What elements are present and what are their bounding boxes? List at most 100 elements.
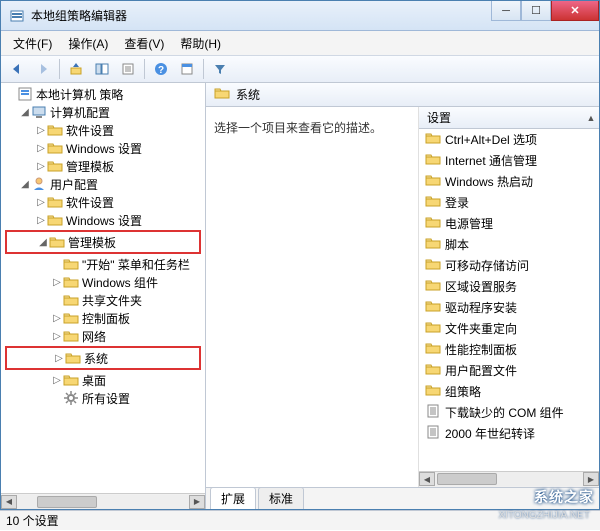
tree-item-network[interactable]: ▷ 网络 <box>1 327 205 345</box>
folder-icon <box>425 130 441 149</box>
list-item[interactable]: 可移动存储访问 <box>419 255 599 276</box>
svg-text:?: ? <box>158 65 164 76</box>
folder-icon <box>425 256 441 275</box>
tree-user-software[interactable]: ▷ 软件设置 <box>1 193 205 211</box>
list-item-label: 2000 年世纪转译 <box>445 425 535 442</box>
scroll-thumb[interactable] <box>37 496 97 508</box>
list-item[interactable]: Ctrl+Alt+Del 选项 <box>419 129 599 150</box>
tree-item-winparts[interactable]: ▷Windows 组件 <box>1 273 205 291</box>
expand-icon[interactable]: ▷ <box>35 197 47 208</box>
expand-icon[interactable]: ▷ <box>51 331 63 342</box>
details-header: 系统 <box>206 83 599 107</box>
list-item[interactable]: 驱动程序安装 <box>419 297 599 318</box>
back-button[interactable] <box>5 58 29 80</box>
list-item[interactable]: Windows 热启动 <box>419 171 599 192</box>
list-item[interactable]: 组策略 <box>419 381 599 402</box>
up-button[interactable] <box>64 58 88 80</box>
menu-help[interactable]: 帮助(H) <box>174 33 227 54</box>
expand-icon[interactable]: ▷ <box>35 125 47 136</box>
tree-label: 所有设置 <box>82 390 130 407</box>
scroll-track[interactable] <box>17 495 189 509</box>
expand-icon[interactable]: ▷ <box>51 277 63 288</box>
list-hscrollbar[interactable]: ◀ ▶ <box>419 471 599 487</box>
tree-item-system[interactable]: ▷ 系统 <box>7 349 199 367</box>
collapse-icon[interactable]: ◢ <box>19 107 31 118</box>
expand-icon[interactable]: ▷ <box>35 215 47 226</box>
column-header-settings[interactable]: 设置 ▲ <box>419 107 599 129</box>
scroll-left-button[interactable]: ◀ <box>1 495 17 509</box>
collapse-icon[interactable]: ◢ <box>37 237 49 248</box>
filter-button[interactable] <box>208 58 232 80</box>
tree-item-control-panel[interactable]: ▷ 控制面板 <box>1 309 205 327</box>
tree-label: 控制面板 <box>82 310 130 327</box>
folder-icon <box>425 361 441 380</box>
tree-label: 本地计算机 策略 <box>36 86 123 103</box>
tree-item-share[interactable]: 共享文件夹 <box>1 291 205 309</box>
scroll-thumb[interactable] <box>437 473 497 485</box>
expand-icon[interactable]: ▷ <box>53 353 65 364</box>
settings-list[interactable]: Ctrl+Alt+Del 选项Internet 通信管理Windows 热启动登… <box>419 129 599 471</box>
tree-user-admin-templates[interactable]: ◢ 管理模板 <box>7 233 199 251</box>
list-item-label: 驱动程序安装 <box>445 299 517 316</box>
list-item[interactable]: 用户配置文件 <box>419 360 599 381</box>
tree-item-admin-templates[interactable]: ▷ 管理模板 <box>1 157 205 175</box>
menu-action[interactable]: 操作(A) <box>62 33 114 54</box>
expand-icon[interactable]: ▷ <box>51 313 63 324</box>
computer-icon <box>31 104 47 120</box>
list-item[interactable]: 文件夹重定向 <box>419 318 599 339</box>
tree-computer-config[interactable]: ◢ 计算机配置 <box>1 103 205 121</box>
list-item[interactable]: 登录 <box>419 192 599 213</box>
tree-item-software[interactable]: ▷ 软件设置 <box>1 121 205 139</box>
show-hide-tree-button[interactable] <box>90 58 114 80</box>
expand-icon[interactable]: ▷ <box>35 143 47 154</box>
tree-item-desktop[interactable]: ▷ 桌面 <box>1 371 205 389</box>
menu-file[interactable]: 文件(F) <box>7 33 58 54</box>
expand-icon[interactable]: ▷ <box>35 161 47 172</box>
tree-label: 软件设置 <box>66 122 114 139</box>
list-item[interactable]: 性能控制面板 <box>419 339 599 360</box>
tree-user-windows-settings[interactable]: ▷Windows 设置 <box>1 211 205 229</box>
minimize-button[interactable]: ─ <box>491 1 521 21</box>
tree-item-windows-settings[interactable]: ▷Windows 设置 <box>1 139 205 157</box>
export-list-button[interactable] <box>116 58 140 80</box>
list-item[interactable]: Internet 通信管理 <box>419 150 599 171</box>
tree-body[interactable]: 本地计算机 策略 ◢ 计算机配置 ▷ 软件设置 ▷Windows 设置 ▷ 管理模板… <box>1 83 205 493</box>
list-item[interactable]: 电源管理 <box>419 213 599 234</box>
maximize-button[interactable]: ☐ <box>521 1 551 21</box>
menu-view[interactable]: 查看(V) <box>118 33 170 54</box>
tree-root[interactable]: 本地计算机 策略 <box>1 85 205 103</box>
collapse-icon[interactable]: ◢ <box>19 179 31 190</box>
scroll-right-button[interactable]: ▶ <box>583 472 599 486</box>
list-item-label: 登录 <box>445 194 469 211</box>
expand-icon[interactable]: ▷ <box>51 375 63 386</box>
tree-hscrollbar[interactable]: ◀ ▶ <box>1 493 205 509</box>
highlight-admin-templates: ◢ 管理模板 <box>5 230 201 254</box>
tab-extended[interactable]: 扩展 <box>210 487 256 509</box>
scroll-right-button[interactable]: ▶ <box>189 495 205 509</box>
forward-button[interactable] <box>31 58 55 80</box>
list-item-label: 组策略 <box>445 383 481 400</box>
help-button[interactable]: ? <box>149 58 173 80</box>
list-item[interactable]: 脚本 <box>419 234 599 255</box>
list-item-label: 电源管理 <box>445 215 493 232</box>
settings-icon <box>63 390 79 406</box>
properties-button[interactable] <box>175 58 199 80</box>
list-item[interactable]: 下载缺少的 COM 组件 <box>419 402 599 423</box>
content-area: 本地计算机 策略 ◢ 计算机配置 ▷ 软件设置 ▷Windows 设置 ▷ 管理模板… <box>1 83 599 509</box>
scroll-track[interactable] <box>435 472 583 486</box>
app-window: 本地组策略编辑器 ─ ☐ ✕ 文件(F) 操作(A) 查看(V) 帮助(H) ? <box>0 0 600 510</box>
tree-label: 软件设置 <box>66 194 114 211</box>
tree-item-startmenu[interactable]: "开始" 菜单和任务栏 <box>1 255 205 273</box>
scroll-left-button[interactable]: ◀ <box>419 472 435 486</box>
tree-label: 网络 <box>82 328 106 345</box>
list-item[interactable]: 2000 年世纪转译 <box>419 423 599 444</box>
tree-item-all-settings[interactable]: 所有设置 <box>1 389 205 407</box>
tree-label: 桌面 <box>82 372 106 389</box>
tree-label: 共享文件夹 <box>82 292 142 309</box>
tab-standard[interactable]: 标准 <box>258 487 304 509</box>
description-text: 选择一个项目来查看它的描述。 <box>214 121 382 135</box>
tree-user-config[interactable]: ◢ 用户配置 <box>1 175 205 193</box>
tree-label: 管理模板 <box>66 158 114 175</box>
close-button[interactable]: ✕ <box>551 1 599 21</box>
list-item[interactable]: 区域设置服务 <box>419 276 599 297</box>
